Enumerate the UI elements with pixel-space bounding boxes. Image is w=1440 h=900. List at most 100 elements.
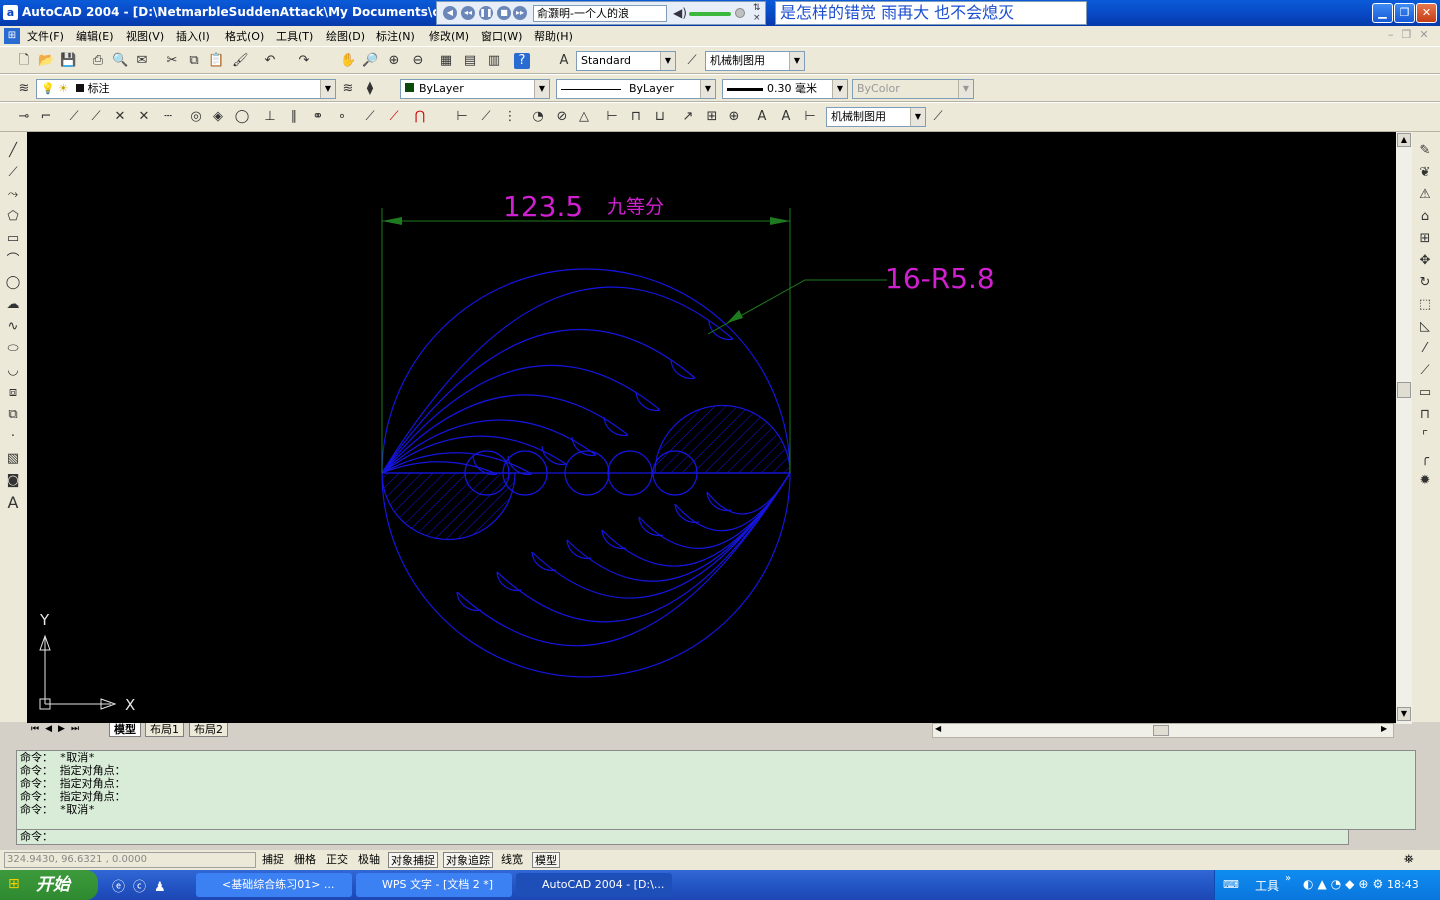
dim-text-edit-icon[interactable]: A [778, 109, 794, 125]
task-autocad[interactable]: AutoCAD 2004 - [D:\... [516, 873, 672, 897]
preview-icon[interactable]: 🔍 [112, 53, 128, 69]
undo-icon[interactable]: ↶ [262, 53, 278, 69]
dim-style-select[interactable]: 机械制图用 ▼ [705, 51, 805, 71]
print-icon[interactable]: ⎙ [90, 53, 106, 69]
design-center-icon[interactable]: ▤ [462, 53, 478, 69]
circle-icon[interactable]: ◯ [4, 274, 22, 292]
join-icon[interactable]: ⊓ [1416, 406, 1434, 424]
menu-tools[interactable]: 工具(T) [276, 28, 313, 44]
dim-edit-icon[interactable]: A [754, 109, 770, 125]
arc-icon[interactable]: ⌒ [4, 252, 22, 270]
ortho-toggle[interactable]: 正交 [324, 852, 350, 868]
model-toggle[interactable]: 模型 [532, 852, 560, 868]
color-select[interactable]: ByLayer ▼ [400, 79, 550, 99]
snap-toggle[interactable]: 捕捉 [260, 852, 286, 868]
new-icon[interactable]: 🗋 [16, 53, 32, 69]
command-input[interactable]: 命令： [16, 829, 1349, 845]
menu-format[interactable]: 格式(O) [225, 28, 264, 44]
tab-layout2[interactable]: 布局2 [189, 723, 228, 737]
snap-extension-icon[interactable]: ✕ [136, 109, 152, 125]
menu-draw[interactable]: 绘图(D) [326, 28, 365, 44]
spline-icon[interactable]: ∿ [4, 318, 22, 336]
make-block-icon[interactable]: ⧉ [4, 406, 22, 424]
dim-radius-icon[interactable]: ◔ [530, 109, 546, 125]
prev-track-icon[interactable]: ◀ [443, 6, 457, 20]
tray-toolbar-label[interactable]: 工具 [1255, 877, 1279, 894]
point-icon[interactable]: · [4, 428, 22, 446]
menu-modify[interactable]: 修改(M) [429, 28, 469, 44]
ellipse-arc-icon[interactable]: ◡ [4, 362, 22, 380]
doc-window-controls[interactable]: –❐✕ [1388, 28, 1437, 41]
tray-expand-icon[interactable]: » [1285, 873, 1291, 884]
dim-style-icon[interactable]: ⟋ [684, 53, 700, 69]
menu-dimension[interactable]: 标注(N) [376, 28, 415, 44]
snap-tangent-icon[interactable]: ◈ [210, 109, 226, 125]
line-icon[interactable]: ╱ [4, 142, 22, 160]
snap-intersection-icon[interactable]: ⟋ [88, 109, 104, 125]
app-icon[interactable]: a [3, 5, 18, 20]
rotate-icon[interactable]: ↻ [1416, 274, 1434, 292]
text-style-select[interactable]: Standard ▼ [576, 51, 676, 71]
properties-icon[interactable]: ▦ [438, 53, 454, 69]
prev-icon[interactable]: ◂◂ [461, 6, 475, 20]
snap-apparent-icon[interactable]: ✕ [112, 109, 128, 125]
match-properties-icon[interactable]: 🖌 [232, 53, 249, 69]
tab-layout1[interactable]: 布局1 [145, 723, 184, 737]
tool-palettes-icon[interactable]: ▥ [486, 53, 502, 69]
dim-angular-icon[interactable]: △ [576, 109, 592, 125]
hscroll-thumb[interactable] [1153, 725, 1169, 736]
trim-icon[interactable]: ⁄ [1416, 340, 1434, 358]
scroll-right-icon[interactable]: ▶ [1381, 724, 1387, 733]
polar-toggle[interactable]: 极轴 [356, 852, 382, 868]
polygon-icon[interactable]: ⬠ [4, 208, 22, 226]
task-wps[interactable]: WPS 文字 - [文档 2 *] [356, 873, 512, 897]
layer-manager-icon[interactable]: ≋ [16, 81, 32, 97]
erase-icon[interactable]: ✎ [1416, 142, 1434, 160]
comm-center-icon[interactable]: ⛯ [1404, 852, 1414, 867]
snap-none-icon[interactable]: ⟋ [362, 109, 378, 125]
rectangle-icon[interactable]: ▭ [4, 230, 22, 248]
break-icon[interactable]: ▭ [1416, 384, 1434, 402]
dim-ordinate-icon[interactable]: ⋮ [502, 109, 518, 125]
player-close-icon[interactable]: ⇅ × [753, 3, 761, 23]
snap-node-icon[interactable]: ⚭ [310, 109, 326, 125]
otrack-toggle[interactable]: 对象追踪 [443, 852, 493, 868]
region-icon[interactable]: ◙ [4, 472, 22, 490]
make-current-layer-icon[interactable]: ≋ [340, 81, 356, 97]
snap-midpoint-icon[interactable]: ⟋ [66, 109, 82, 125]
scroll-left-icon[interactable]: ◀ [935, 724, 941, 733]
stop-icon[interactable]: ■ [497, 6, 511, 20]
volume-slider[interactable] [689, 12, 731, 16]
document-icon[interactable]: ⊞ [4, 28, 20, 44]
copy-object-icon[interactable]: ❦ [1416, 164, 1434, 182]
menu-insert[interactable]: 插入(I) [176, 28, 210, 44]
multiline-text-icon[interactable]: A [4, 494, 22, 512]
snap-quadrant-icon[interactable]: ◎ [188, 109, 204, 125]
keyboard-icon[interactable]: ⌨ [1223, 878, 1239, 891]
close-button[interactable]: ✕ [1416, 3, 1437, 23]
construction-line-icon[interactable]: ⟋ [4, 164, 22, 182]
volume-icon[interactable]: ◀) [673, 6, 687, 20]
vscroll-thumb[interactable] [1397, 382, 1411, 398]
snap-nearest-icon[interactable]: ∘ [334, 109, 350, 125]
move-icon[interactable]: ✥ [1416, 252, 1434, 270]
menu-help[interactable]: 帮助(H) [534, 28, 573, 44]
dim-aligned-icon[interactable]: ⟋ [478, 109, 494, 125]
dim-diameter-icon[interactable]: ⊘ [554, 109, 570, 125]
text-style-icon[interactable]: A [556, 53, 572, 69]
dim-style-manager-icon[interactable]: ⟋ [930, 109, 946, 125]
mirror-icon[interactable]: ⚠ [1416, 186, 1434, 204]
chamfer-icon[interactable]: ⌜ [1416, 428, 1434, 446]
osnap-toggle[interactable]: 对象捕捉 [388, 852, 438, 868]
quick-dim-icon[interactable]: ⊢ [604, 109, 620, 125]
help-icon[interactable]: ? [514, 53, 530, 69]
linetype-select[interactable]: ByLayer ▼ [556, 79, 716, 99]
extend-icon[interactable]: ⟋ [1416, 362, 1434, 380]
polyline-icon[interactable]: ⤳ [4, 186, 22, 204]
menu-window[interactable]: 窗口(W) [481, 28, 522, 44]
offset-icon[interactable]: ⌂ [1416, 208, 1434, 226]
layer-select[interactable]: 💡 ☀ 标注 ▼ [36, 79, 336, 99]
tolerance-icon[interactable]: ⊞ [704, 109, 720, 125]
ellipse-icon[interactable]: ⬭ [4, 340, 22, 358]
snap-insert-icon[interactable]: ∥ [286, 109, 302, 125]
